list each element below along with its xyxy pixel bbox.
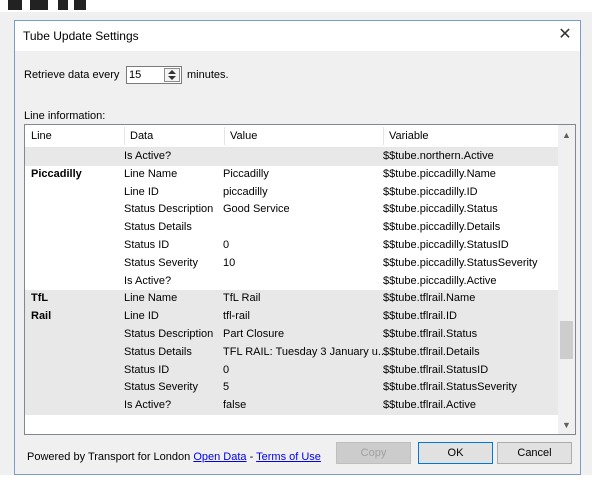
stepper-buttons[interactable] xyxy=(164,68,180,82)
ok-button[interactable]: OK xyxy=(418,442,493,464)
row-data-cell: Status Description xyxy=(124,203,214,216)
powered-by-text: Powered by Transport for London xyxy=(27,451,191,463)
row-data-cell: Line Name xyxy=(124,167,178,180)
table-row[interactable]: Status Severity 10 $$tube.piccadilly.Statu… xyxy=(25,255,558,273)
row-value-cell: Good Service xyxy=(223,203,290,216)
row-data-cell: Status Description xyxy=(124,328,214,340)
row-value-cell: piccadilly xyxy=(223,185,268,198)
table-row[interactable]: Is Active? false $$tube.tflrail.Active xyxy=(25,397,558,415)
row-value-cell: false xyxy=(223,399,247,412)
scroll-thumb[interactable] xyxy=(560,321,573,359)
table-row[interactable]: Status Severity 5 $$tube.tflrail.StatusSev… xyxy=(25,379,558,398)
row-line-cell: Rail xyxy=(31,310,52,323)
column-header-variable[interactable]: Variable xyxy=(383,125,558,147)
list-header: Line Data Value Variable xyxy=(25,125,558,148)
vertical-scrollbar[interactable]: ▲ ▼ xyxy=(558,125,575,434)
row-variable-cell: $$tube.piccadilly.StatusID xyxy=(383,239,509,251)
row-variable-cell: $$tube.tflrail.ID xyxy=(383,310,457,323)
background-fragment xyxy=(30,0,48,10)
table-row[interactable]: Status ID 0 $$tube.tflrail.StatusID xyxy=(25,361,558,380)
row-data-cell: Is Active? xyxy=(124,150,172,162)
table-row[interactable]: TfL Line Name TfL Rail $$tube.tflrail.Name xyxy=(25,290,558,309)
row-value-cell: 0 xyxy=(223,239,230,251)
copy-button[interactable]: Copy xyxy=(336,442,411,464)
minutes-label: minutes. xyxy=(187,69,229,81)
row-variable-cell: $$tube.tflrail.StatusID xyxy=(383,363,489,376)
row-value-cell: 5 xyxy=(223,381,230,394)
table-row[interactable]: Rail Line ID tfl-rail $$tube.tflrail.ID xyxy=(25,308,558,326)
dialog-title: Tube Update Settings xyxy=(23,29,139,43)
row-data-cell: Status Severity xyxy=(124,381,198,394)
row-variable-cell: $$tube.tflrail.Active xyxy=(383,399,476,412)
row-data-cell: Status ID xyxy=(124,239,170,251)
table-row[interactable]: Is Active? $$tube.northern.Active xyxy=(25,148,558,166)
row-value-cell: Piccadilly xyxy=(223,167,269,180)
column-header-value[interactable]: Value xyxy=(224,125,383,147)
table-row[interactable]: Status Description Good Service $$tube.pic… xyxy=(25,201,558,219)
interval-input[interactable] xyxy=(129,68,159,82)
row-variable-cell: $$tube.piccadilly.Active xyxy=(383,274,497,287)
table-row[interactable]: Status Description Part Closure $$tube.tfl… xyxy=(25,326,558,344)
row-variable-cell: $$tube.tflrail.Name xyxy=(383,292,476,305)
background-fragment xyxy=(8,0,22,10)
row-line-cell: Piccadilly xyxy=(31,167,82,180)
row-variable-cell: $$tube.piccadilly.Details xyxy=(383,221,501,234)
row-value-cell: 0 xyxy=(223,363,230,376)
row-value-cell: TFL RAIL: Tuesday 3 January u... xyxy=(223,345,383,358)
background-top xyxy=(0,0,592,12)
background-fragment xyxy=(74,0,86,10)
row-value-cell: 10 xyxy=(223,256,236,269)
row-variable-cell: $$tube.piccadilly.StatusSeverity xyxy=(383,256,538,269)
scroll-down-icon[interactable]: ▼ xyxy=(558,417,575,434)
row-variable-cell: $$tube.piccadilly.Status xyxy=(383,203,498,216)
background-fragment xyxy=(58,0,68,10)
list-rows: Is Active? $$tube.northern.Active Piccadil… xyxy=(25,148,558,434)
row-data-cell: Status Details xyxy=(124,221,192,234)
terms-of-use-link[interactable]: Terms of Use xyxy=(256,451,321,463)
close-icon[interactable]: ✕ xyxy=(552,23,578,47)
row-data-cell: Status Details xyxy=(124,345,192,358)
table-row[interactable]: Piccadilly Line Name Piccadilly $$tube.picc… xyxy=(25,166,558,184)
row-data-cell: Status Severity xyxy=(124,256,198,269)
row-value-cell: TfL Rail xyxy=(223,292,261,305)
column-header-data[interactable]: Data xyxy=(124,125,224,147)
interval-stepper[interactable] xyxy=(126,66,182,84)
table-row[interactable]: Line ID piccadilly $$tube.piccadilly.ID xyxy=(25,184,558,202)
row-data-cell: Is Active? xyxy=(124,274,172,287)
row-variable-cell: $$tube.tflrail.Details xyxy=(383,345,480,358)
line-information-list[interactable]: Line Data Value Variable Is Active? $$tub… xyxy=(24,124,576,435)
table-row[interactable]: Is Active? $$tube.piccadilly.Active xyxy=(25,273,558,291)
row-variable-cell: $$tube.piccadilly.Name xyxy=(383,167,496,180)
retrieve-label: Retrieve data every xyxy=(24,69,120,81)
line-information-label: Line information: xyxy=(24,110,106,122)
column-header-line[interactable]: Line xyxy=(25,125,124,147)
cancel-button[interactable]: Cancel xyxy=(497,442,572,464)
row-data-cell: Line Name xyxy=(124,292,178,305)
footer-attribution: Powered by Transport for London Open Dat… xyxy=(27,451,321,463)
stepper-down-icon[interactable] xyxy=(168,76,176,80)
table-row[interactable]: Status Details $$tube.piccadilly.Details xyxy=(25,219,558,237)
table-row[interactable]: Status Details TFL RAIL: Tuesday 3 Januar… xyxy=(25,343,558,362)
row-variable-cell: $$tube.tflrail.StatusSeverity xyxy=(383,381,517,394)
row-variable-cell: $$tube.tflrail.Status xyxy=(383,328,478,340)
tube-update-settings-dialog: Tube Update Settings ✕ Retrieve data eve… xyxy=(14,20,581,475)
row-value-cell: tfl-rail xyxy=(223,310,250,323)
row-data-cell: Line ID xyxy=(124,310,159,323)
scroll-up-icon[interactable]: ▲ xyxy=(558,127,575,144)
stepper-up-icon[interactable] xyxy=(168,70,176,74)
row-data-cell: Line ID xyxy=(124,185,159,198)
background-bottom xyxy=(0,475,592,487)
row-value-cell: Part Closure xyxy=(223,328,285,340)
title-bar[interactable]: Tube Update Settings ✕ xyxy=(15,21,580,51)
row-variable-cell: $$tube.piccadilly.ID xyxy=(383,185,478,198)
row-variable-cell: $$tube.northern.Active xyxy=(383,150,494,162)
table-row[interactable]: Status ID 0 $$tube.piccadilly.StatusID xyxy=(25,237,558,255)
link-separator: - xyxy=(249,451,254,463)
open-data-link[interactable]: Open Data xyxy=(193,451,246,463)
row-line-cell: TfL xyxy=(31,292,49,305)
row-data-cell: Status ID xyxy=(124,363,170,376)
row-data-cell: Is Active? xyxy=(124,399,172,412)
